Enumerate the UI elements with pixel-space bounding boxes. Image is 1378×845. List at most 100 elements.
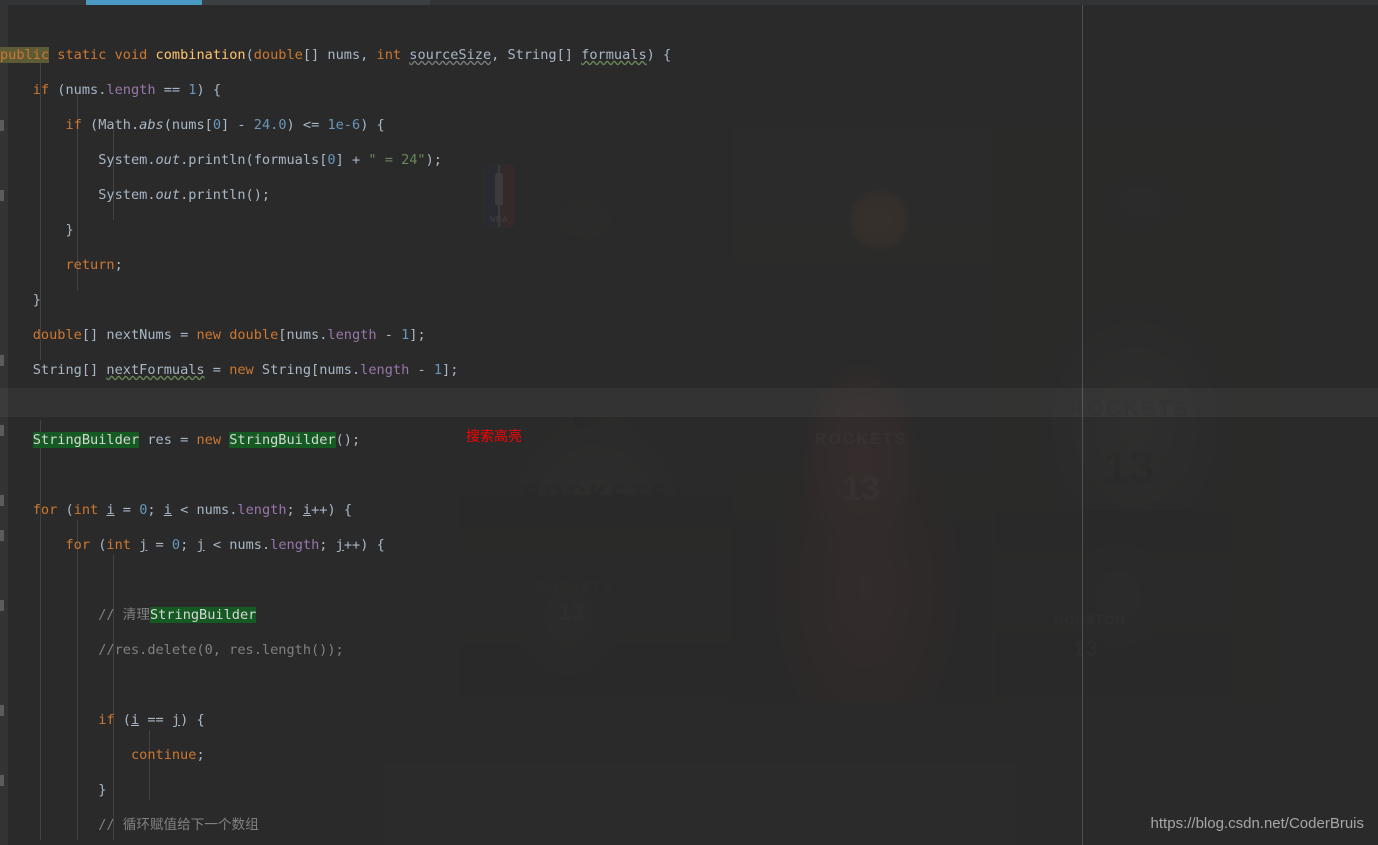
code-token: } xyxy=(0,782,107,798)
code-token: ( xyxy=(90,537,107,553)
code-token: = xyxy=(114,502,140,518)
code-line[interactable]: double[] nextNums = new double[nums.leng… xyxy=(0,320,426,350)
code-line[interactable]: // 清理StringBuilder xyxy=(0,600,257,630)
code-token: ] - xyxy=(221,117,254,133)
code-token: 0 xyxy=(171,537,181,553)
code-line[interactable]: } xyxy=(0,775,106,805)
code-token: StringBuilder xyxy=(149,607,257,623)
code-line[interactable]: continue; xyxy=(0,740,205,770)
code-token: i xyxy=(106,502,115,518)
code-line[interactable]: for (int j = 0; j < nums.length; j++) { xyxy=(0,530,384,560)
code-line[interactable]: } xyxy=(0,285,41,315)
code-token: ; xyxy=(196,747,205,763)
ide-editor-window: ROCKETS 13 ROCKETS 13 ROCKETS 13 ROCKETS… xyxy=(0,0,1378,845)
code-token: length xyxy=(106,82,156,98)
code-token: - xyxy=(409,362,434,378)
code-token: double xyxy=(32,327,82,343)
code-token: } xyxy=(0,222,74,238)
code-token: 0 xyxy=(327,152,336,168)
code-token: ); xyxy=(425,152,442,168)
code-token: out xyxy=(155,187,181,203)
code-line[interactable]: //res.delete(0, res.length()); xyxy=(0,635,344,665)
code-token: 0 xyxy=(212,117,222,133)
code-token: int xyxy=(73,502,99,518)
code-token: for xyxy=(65,537,91,553)
code-line[interactable]: // 循环赋值给下一个数组 xyxy=(0,810,259,840)
code-token: ( xyxy=(245,47,254,63)
code-token: [] nextNums = xyxy=(81,327,197,343)
code-token: combination xyxy=(155,47,246,63)
code-token: out xyxy=(155,152,181,168)
code-token: continue xyxy=(130,747,197,763)
code-line[interactable]: if (i == j) { xyxy=(0,705,204,735)
code-token: , String[] xyxy=(491,47,582,63)
code-area[interactable]: public static void combination(double[] … xyxy=(0,5,1378,845)
code-line[interactable]: public static void combination(double[] … xyxy=(0,40,671,70)
code-token: String[nums. xyxy=(253,362,361,378)
code-token: StringBuilder xyxy=(229,432,336,448)
code-token: nextFormuals xyxy=(106,362,205,378)
code-token: j xyxy=(335,537,344,553)
code-token: return xyxy=(65,257,115,273)
code-token: String[] xyxy=(0,362,107,378)
code-token: ) { xyxy=(196,82,222,98)
code-line[interactable]: if (Math.abs(nums[0] - 24.0) <= 1e-6) { xyxy=(0,110,385,140)
code-token: 24.0 xyxy=(253,117,287,133)
code-token: ; xyxy=(180,537,197,553)
code-token: StringBuilder xyxy=(32,432,140,448)
code-token: ) <= xyxy=(286,117,328,133)
code-token: == xyxy=(155,82,189,98)
code-token: System. xyxy=(0,187,156,203)
code-token: 1 xyxy=(433,362,443,378)
code-line[interactable]: if (nums.length == 1) { xyxy=(0,75,221,105)
code-line[interactable]: System.out.println(); xyxy=(0,180,270,210)
code-token: == xyxy=(139,712,172,728)
code-line[interactable]: StringBuilder res = new StringBuilder(); xyxy=(0,425,360,455)
code-line[interactable]: String[] nextFormuals = new String[nums.… xyxy=(0,355,459,385)
code-token: static xyxy=(57,47,107,63)
code-token: double xyxy=(229,327,279,343)
code-token: .println(formuals[ xyxy=(180,152,328,168)
code-token: ++) { xyxy=(311,502,353,518)
code-token: for xyxy=(32,502,58,518)
code-token: length xyxy=(270,537,320,553)
code-token: ]; xyxy=(409,327,426,343)
code-token: length xyxy=(327,327,377,343)
code-token: < nums. xyxy=(204,537,271,553)
code-token: = xyxy=(147,537,172,553)
code-token: System. xyxy=(0,152,156,168)
code-token: new xyxy=(229,362,254,378)
code-line[interactable]: System.out.println(formuals[0] + " = 24"… xyxy=(0,145,442,175)
code-token: formuals xyxy=(581,47,647,63)
code-token: " = 24" xyxy=(368,152,426,168)
code-token: (); xyxy=(335,432,361,448)
code-token: //res.delete(0, res.length()); xyxy=(0,642,344,658)
code-token: 1e-6 xyxy=(327,117,361,133)
code-token: ) { xyxy=(360,117,385,133)
code-token: if xyxy=(32,82,50,98)
code-token: void xyxy=(114,47,148,63)
code-token: i xyxy=(163,502,172,518)
code-token: ) { xyxy=(646,47,672,63)
code-token: ] + xyxy=(335,152,369,168)
code-token: new xyxy=(196,327,221,343)
code-token: if xyxy=(98,712,115,728)
code-token: // 循环赋值给下一个数组 xyxy=(0,817,259,833)
code-line[interactable]: for (int i = 0; i < nums.length; i++) { xyxy=(0,495,352,525)
code-token: (Math. xyxy=(81,117,140,133)
code-token: i xyxy=(302,502,312,518)
code-token: - xyxy=(376,327,402,343)
search-highlight-annotation: 搜索高亮 xyxy=(466,429,522,445)
code-line[interactable]: } xyxy=(0,215,74,245)
code-token: new xyxy=(196,432,222,448)
code-line[interactable]: return; xyxy=(0,250,122,280)
